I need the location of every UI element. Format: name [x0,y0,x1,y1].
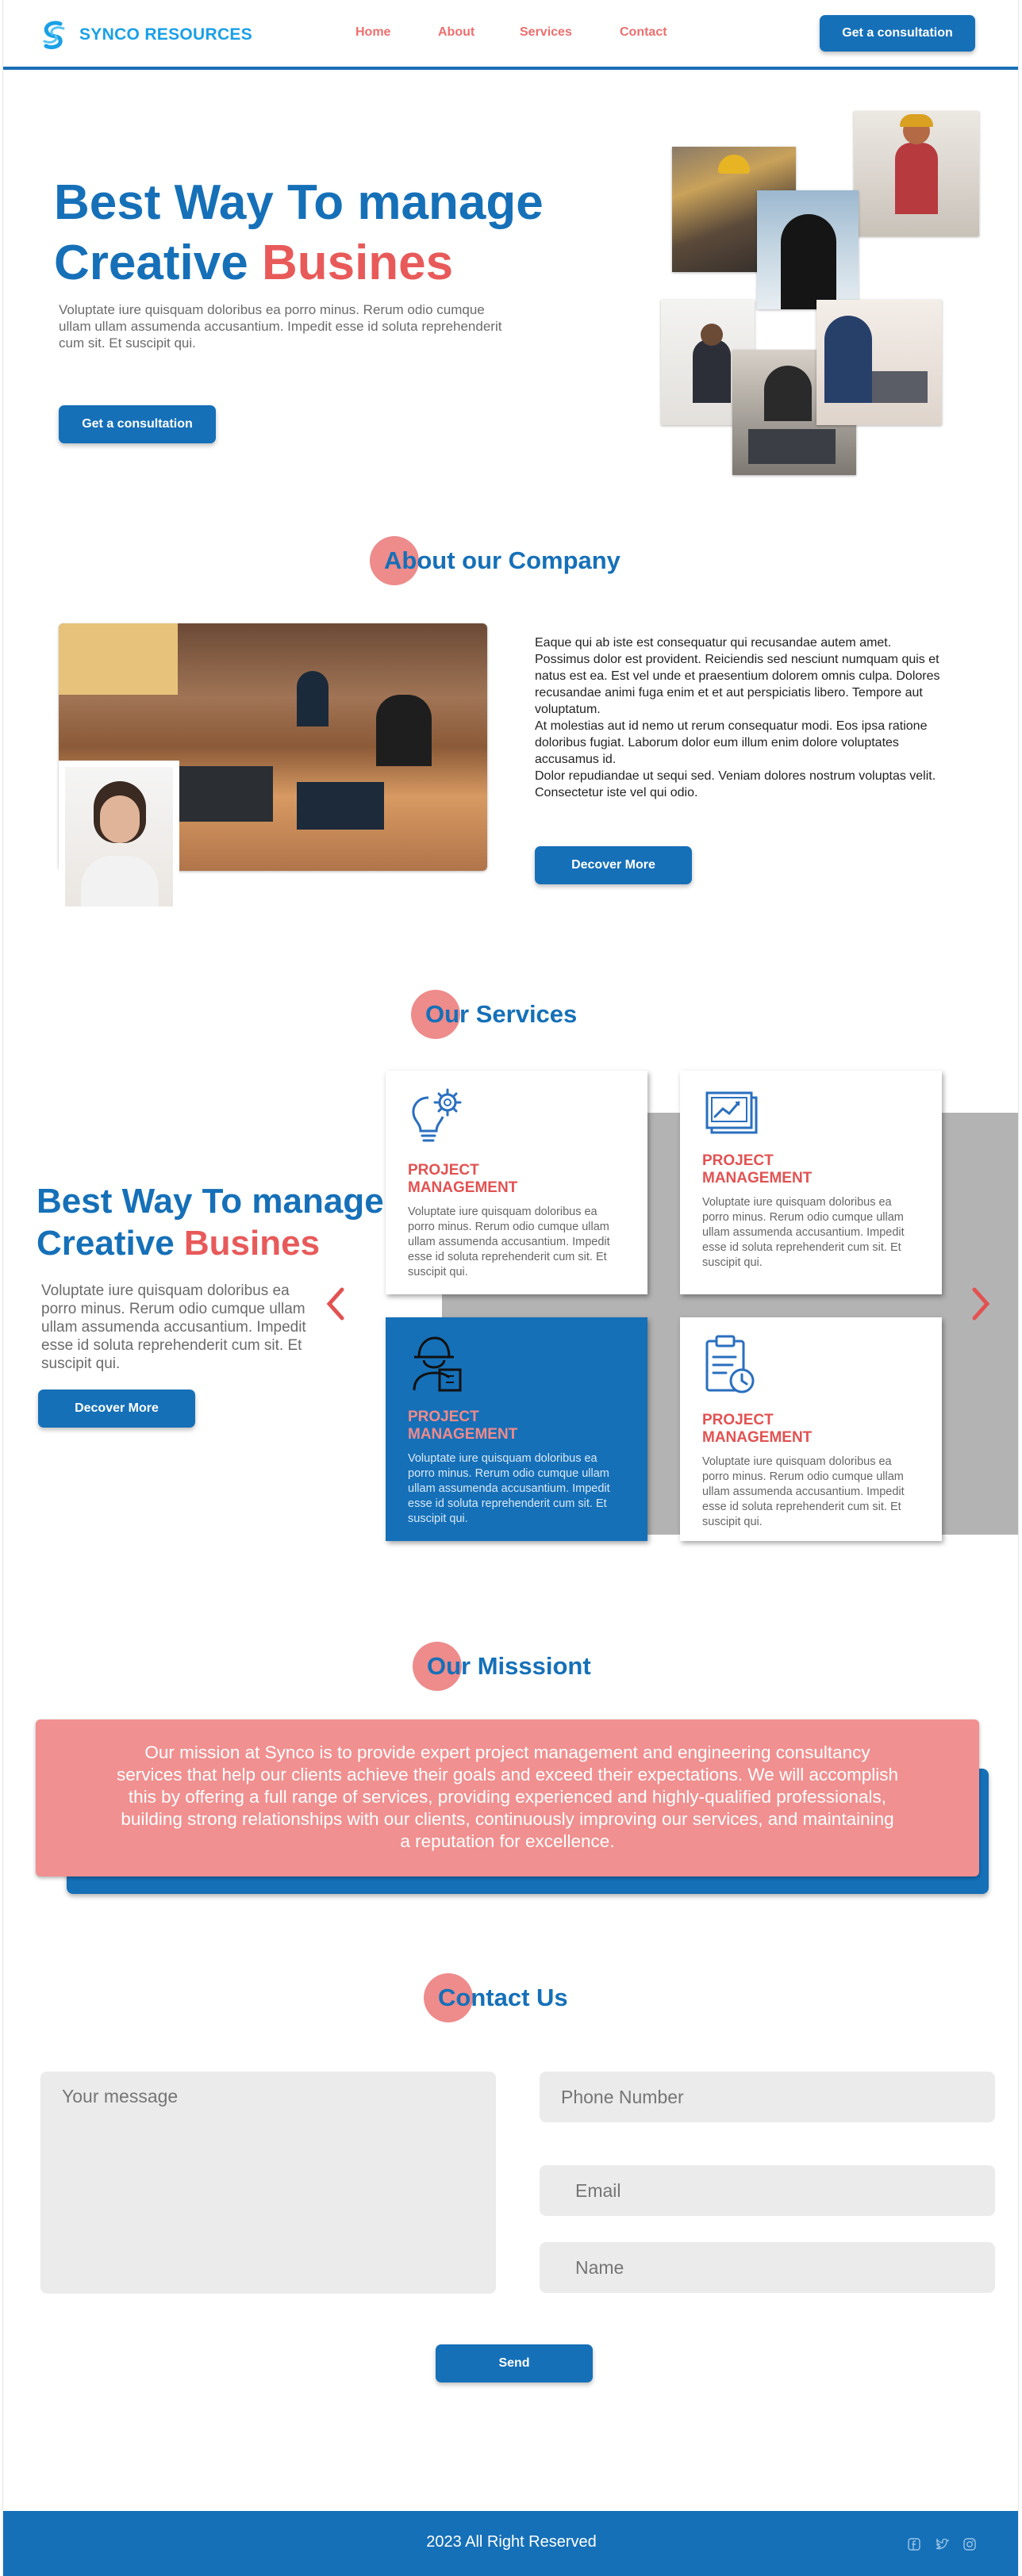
phone-field[interactable] [540,2072,995,2122]
service-card-title: PROJECT MANAGEMENT [408,1162,518,1196]
about-section-title: About our Company [370,536,640,585]
services-heading-busines: Busines [183,1224,321,1263]
portrait-photo [59,761,179,913]
mission-section-title: Our Misssiont [413,1642,651,1691]
send-button[interactable]: Send [436,2344,593,2382]
services-section-title: Our Services [411,990,649,1039]
service-card-text: Voluptate iure quisquam doloribus ea por… [702,1196,905,1269]
services-heading-creative: Creative [36,1224,184,1263]
service-card-text: Voluptate iure quisquam doloribus ea por… [408,1206,610,1278]
main-nav: Home About Services Contact [355,25,673,44]
contact-section-title: Contact Us [424,1973,630,2022]
nav-about[interactable]: About [438,25,474,40]
developer-photo [816,300,942,425]
message-field[interactable] [40,2072,496,2294]
about-text: Eaque qui ab iste est consequatur qui re… [535,636,940,799]
brand-name: SYNCO RESOURCES [79,25,253,44]
email-field[interactable] [540,2165,995,2216]
page: SYNCO RESOURCES Home About Services Cont… [2,0,1019,2576]
service-card-active[interactable]: PROJECT MANAGEMENT Voluptate iure quisqu… [386,1317,647,1541]
about-discover-button[interactable]: Decover More [535,846,692,884]
silhouette-photo [757,190,859,309]
hero-title: Best Way To manage Creative Busines [54,173,609,293]
mission-title-text: Our Misssiont [427,1652,591,1680]
hero-consultation-button[interactable]: Get a consultation [59,405,216,443]
contact-title-text: Contact Us [438,1984,568,2011]
services-text: Voluptate iure quisquam doloribus ea por… [41,1282,306,1372]
header-consultation-button[interactable]: Get a consultation [820,15,975,52]
header: SYNCO RESOURCES Home About Services Cont… [3,0,1018,70]
hero-title-line2: Creative Busines [54,233,609,293]
services-heading-line2: Creative Busines [36,1222,386,1264]
services-title-text: Our Services [425,1000,578,1028]
service-card-title: PROJECT MANAGEMENT [702,1412,813,1446]
copyright-text: 2023 All Right Reserved [426,2533,597,2551]
logo-icon [43,21,65,50]
service-card-text: Voluptate iure quisquam doloribus ea por… [408,1452,610,1525]
twitter-icon[interactable] [936,2538,950,2551]
footer: 2023 All Right Reserved [3,2511,1018,2576]
service-card-text: Voluptate iure quisquam doloribus ea por… [702,1455,905,1528]
documents-chart-icon [705,1091,758,1134]
carousel-next-icon[interactable] [971,1286,992,1321]
service-card-title: PROJECT MANAGEMENT [408,1409,518,1443]
facebook-icon[interactable] [908,2538,920,2551]
name-field[interactable] [540,2242,995,2293]
service-card[interactable]: PROJECT MANAGEMENT Voluptate iure quisqu… [386,1071,647,1294]
hero-title-line1: Best Way To manage [54,175,544,230]
hero-text: Voluptate iure quisquam doloribus ea por… [59,302,502,351]
carousel-prev-icon[interactable] [325,1286,345,1321]
hero-title-creative: Creative [54,236,262,290]
instagram-icon[interactable] [963,2538,976,2551]
logo[interactable]: SYNCO RESOURCES [36,17,252,52]
clipboard-clock-icon [705,1335,755,1393]
nav-home[interactable]: Home [355,25,390,40]
engineer-icon [413,1336,462,1392]
services-discover-button[interactable]: Decover More [38,1390,195,1428]
engineer-photo [854,111,979,236]
service-card-title: PROJECT MANAGEMENT [702,1152,813,1186]
lightbulb-gear-icon [412,1088,462,1142]
service-card[interactable]: PROJECT MANAGEMENT Voluptate iure quisqu… [680,1317,942,1541]
nav-services[interactable]: Services [520,25,572,40]
hero-title-busines: Busines [261,236,454,290]
services-heading-line1: Best Way To manage [36,1182,384,1221]
services-heading: Best Way To manage Creative Busines [36,1180,386,1264]
mission-text: Our mission at Synco is to provide exper… [36,1719,979,1876]
about-title-text: About our Company [384,546,620,574]
service-card[interactable]: PROJECT MANAGEMENT Voluptate iure quisqu… [680,1071,942,1294]
nav-contact[interactable]: Contact [620,25,667,40]
